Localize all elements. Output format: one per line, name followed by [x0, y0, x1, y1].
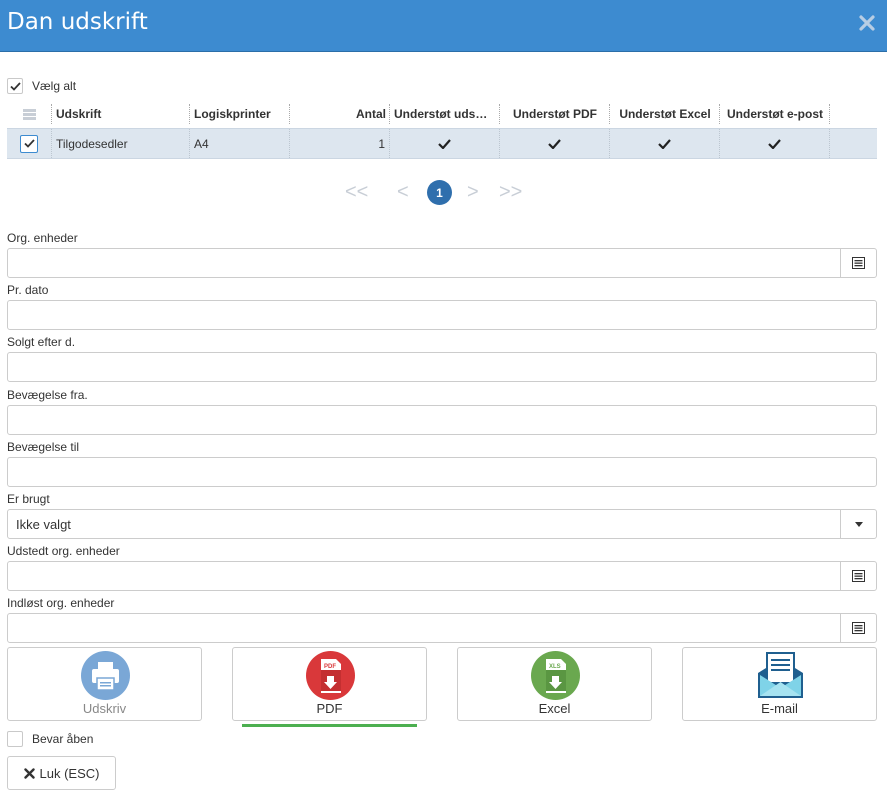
table-row[interactable]: Tilgodesedler A4 1 [7, 128, 877, 159]
field-udstedt-org-enheder: Udstedt org. enheder [7, 544, 877, 591]
field-er-brugt: Er brugt Ikke valgt [7, 492, 877, 539]
excel-button-label: Excel [538, 701, 571, 716]
col-header-filler [830, 100, 877, 128]
pager-last[interactable]: >> [499, 181, 522, 204]
col-header-understoet-excel[interactable]: Understøt Excel [610, 100, 720, 128]
bevaegelse-til-input[interactable] [7, 457, 877, 487]
udstedt-org-enheder-input[interactable] [7, 561, 877, 591]
email-button[interactable]: E-mail [682, 647, 877, 721]
field-solgt-efter: Solgt efter d. [7, 335, 877, 382]
indloest-org-enheder-input[interactable] [7, 613, 877, 643]
cell-filler [830, 129, 877, 158]
xls-icon-text: XLS [549, 664, 561, 670]
select-all-checkbox[interactable] [7, 78, 23, 94]
close-x-icon [23, 767, 35, 779]
selected-value: Ikke valgt [16, 517, 71, 532]
cell-logiskprinter: A4 [190, 129, 290, 158]
dropdown-toggle[interactable] [840, 510, 876, 538]
list-picker-button[interactable] [840, 614, 876, 642]
print-button-label: Udskriv [82, 701, 127, 716]
dialog-title: Dan udskrift [7, 9, 148, 35]
list-icon [852, 570, 865, 582]
field-bevaegelse-fra: Bevægelse fra. [7, 388, 877, 435]
check-icon [548, 138, 561, 149]
print-button[interactable]: Udskriv [7, 647, 202, 721]
list-picker-button[interactable] [840, 249, 876, 277]
er-brugt-select[interactable]: Ikke valgt [7, 509, 877, 539]
cell-understoet-udskrift [390, 129, 500, 158]
cell-understoet-epost [720, 129, 830, 158]
output-actions: Udskriv PDF PDF XLS Excel E-mail [7, 647, 877, 727]
check-icon [658, 138, 671, 149]
cell-understoet-pdf [500, 129, 610, 158]
field-label: Pr. dato [7, 283, 49, 297]
keep-open[interactable]: Bevar åben [7, 731, 93, 747]
close-button[interactable]: Luk (ESC) [7, 756, 116, 790]
field-label: Solgt efter d. [7, 335, 76, 349]
excel-button[interactable]: XLS Excel [457, 647, 652, 721]
field-pr-dato: Pr. dato [7, 283, 877, 330]
field-label: Bevægelse til [7, 440, 80, 454]
col-header-understoet-udskrift[interactable]: Understøt uds… [390, 100, 500, 128]
cell-understoet-excel [610, 129, 720, 158]
check-icon [438, 138, 451, 149]
check-icon [9, 81, 21, 91]
pdf-button-label: PDF [316, 701, 343, 716]
pdf-icon-text: PDF [324, 664, 336, 670]
field-label: Bevægelse fra. [7, 388, 88, 402]
col-header-udskrift[interactable]: Udskrift [52, 100, 190, 128]
select-all[interactable]: Vælg alt [7, 78, 76, 94]
grid-header: Udskrift Logiskprinter Antal Understøt u… [7, 100, 877, 128]
field-label: Indløst org. enheder [7, 596, 115, 610]
pager-prev[interactable]: < [397, 181, 427, 204]
pdf-button[interactable]: PDF PDF [232, 647, 427, 721]
printer-icon [81, 651, 130, 700]
close-icon[interactable] [857, 13, 877, 33]
pager-next[interactable]: > [467, 181, 499, 204]
caret-down-icon [854, 521, 863, 527]
cell-antal: 1 [290, 129, 390, 158]
row-select[interactable] [7, 129, 52, 158]
print-grid: Udskrift Logiskprinter Antal Understøt u… [7, 100, 877, 159]
check-icon [23, 139, 35, 148]
col-header-antal[interactable]: Antal [290, 100, 390, 128]
pager-current-page[interactable]: 1 [427, 180, 452, 205]
pager-first[interactable]: << [345, 181, 397, 204]
select-all-label: Vælg alt [32, 79, 77, 93]
field-label: Er brugt [7, 492, 50, 506]
pdf-file-icon: PDF [306, 651, 355, 700]
list-picker-button[interactable] [840, 562, 876, 590]
keep-open-label: Bevar åben [32, 732, 94, 746]
excel-file-icon: XLS [531, 651, 580, 700]
email-button-label: E-mail [761, 701, 798, 716]
list-icon [852, 622, 865, 634]
cell-udskrift: Tilgodesedler [52, 129, 190, 158]
col-header-logiskprinter[interactable]: Logiskprinter [190, 100, 290, 128]
dialog-titlebar: Dan udskrift [0, 0, 887, 52]
row-checkbox[interactable] [20, 134, 38, 153]
field-indloest-org-enheder: Indløst org. enheder [7, 596, 877, 643]
org-enheder-input[interactable] [7, 248, 877, 278]
close-button-label: Luk (ESC) [39, 765, 100, 781]
pager: << < 1 > >> [345, 180, 522, 205]
list-icon [852, 257, 865, 269]
check-icon [768, 138, 781, 149]
pr-dato-input[interactable] [7, 300, 877, 330]
solgt-efter-input[interactable] [7, 352, 877, 382]
col-header-understoet-epost[interactable]: Understøt e-post [720, 100, 830, 128]
email-envelope-icon [758, 652, 803, 698]
bevaegelse-fra-input[interactable] [7, 405, 877, 435]
field-label: Udstedt org. enheder [7, 544, 120, 558]
field-bevaegelse-til: Bevægelse til [7, 440, 877, 487]
keep-open-checkbox[interactable] [7, 731, 23, 747]
column-chooser-icon[interactable] [7, 100, 52, 128]
field-label: Org. enheder [7, 231, 78, 245]
active-option-indicator [242, 724, 417, 727]
col-header-understoet-pdf[interactable]: Understøt PDF [500, 100, 610, 128]
field-org-enheder: Org. enheder [7, 231, 877, 278]
